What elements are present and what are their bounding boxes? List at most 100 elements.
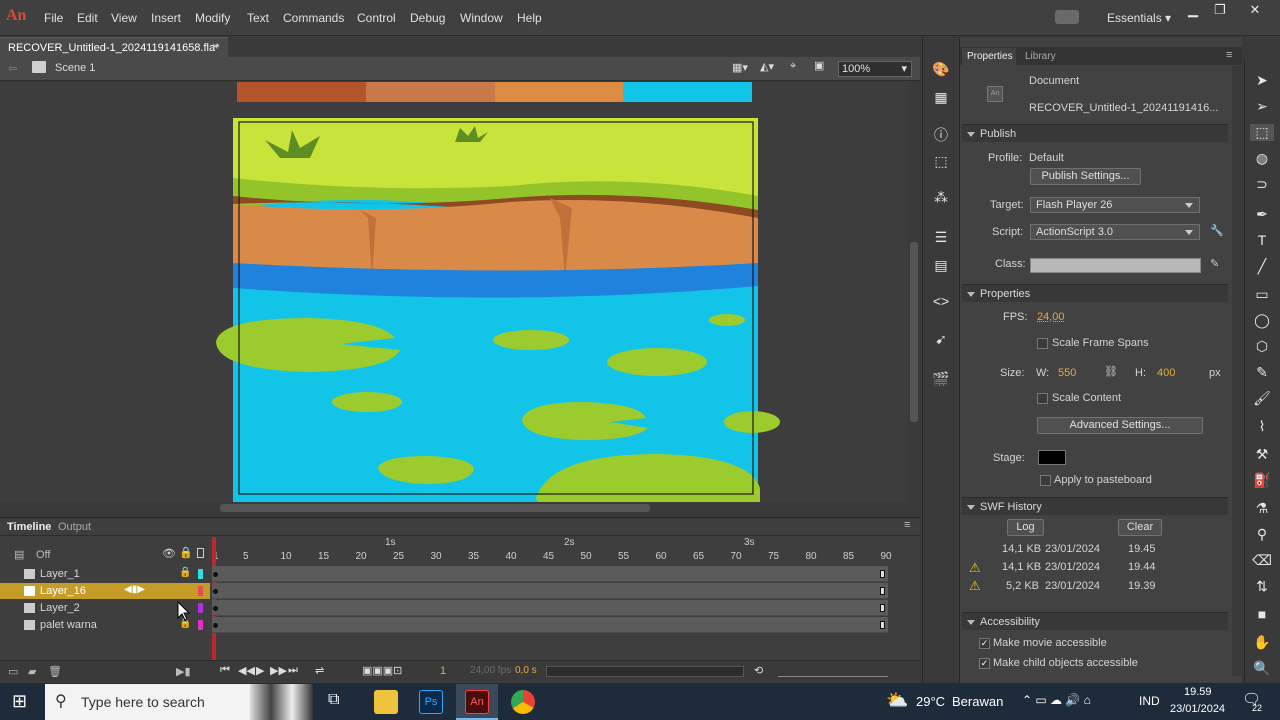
grid-icon[interactable]: ▦ [929,89,953,106]
motion-icon[interactable]: ➹ [929,331,953,348]
menu-insert[interactable]: Insert [151,11,181,25]
scroll-thumb[interactable] [220,504,650,512]
eye-icon[interactable]: 👁 [162,547,176,560]
weather-text[interactable]: Berawan [952,694,1003,709]
new-layer-icon[interactable]: ▭ [8,665,18,678]
edit-scene-icon[interactable]: ▦▾ [732,61,748,74]
frame-row[interactable] [212,600,888,616]
file-explorer-icon[interactable] [374,690,398,714]
menu-help[interactable]: Help [517,11,542,25]
stage-artwork[interactable] [210,118,790,502]
layer-color-swatch[interactable] [198,620,203,630]
panel-menu-icon[interactable]: ≡ [1226,49,1232,61]
bone-tool-icon[interactable]: ⚒ [1250,446,1274,463]
outline-icon[interactable] [197,548,204,558]
sync-icon[interactable] [1055,10,1079,24]
step-back-icon[interactable]: ◀◀ [238,664,255,677]
vertical-scrollbar[interactable] [908,82,920,502]
keyframe-marker[interactable] [213,623,218,628]
section-publish[interactable]: Publish [962,124,1228,142]
layer-color-swatch[interactable] [198,569,203,579]
minimize-icon[interactable]: ▁ [1180,2,1206,18]
ink-bottle-tool-icon[interactable]: ⚗ [1250,500,1274,517]
paint-brush-tool-icon[interactable]: ⌇ [1250,418,1274,435]
pen-tool-icon[interactable]: ✒ [1250,206,1274,223]
align-icon[interactable]: ☰ [929,229,953,246]
new-folder-icon[interactable]: ▰ [28,665,36,678]
clock-time[interactable]: 19.59 [1184,686,1212,698]
stage-color-swatch[interactable] [1038,450,1066,465]
brush-tool-icon[interactable]: 🖌 [1250,390,1274,407]
time-readout[interactable]: 0,0 s [515,665,537,676]
keyframe-marker[interactable] [213,572,218,577]
onion-skin-icon[interactable]: ▣▣▣⊡ [362,664,402,677]
tab-properties[interactable]: Properties [962,48,1016,65]
wrench-icon[interactable]: 🔧 [1210,224,1224,237]
keyframe-marker[interactable] [213,606,218,611]
panel-menu-icon[interactable]: ≡ [904,519,910,531]
library-icon[interactable]: ▤ [929,257,953,274]
rectangle-tool-icon[interactable]: ▭ [1250,286,1274,303]
3d-rotation-tool-icon[interactable]: ◍ [1250,150,1274,167]
scale-content-checkbox[interactable] [1037,393,1048,404]
oval-tool-icon[interactable]: ◯ [1250,312,1274,329]
last-frame-icon[interactable]: ⏭ [288,664,298,677]
pencil-icon[interactable]: ✎ [1210,257,1219,270]
pencil-tool-icon[interactable]: ✎ [1250,364,1274,381]
advanced-settings-button[interactable]: Advanced Settings... [1037,417,1203,434]
current-frame[interactable]: 1 [440,665,446,677]
class-input[interactable] [1030,258,1201,273]
link-icon[interactable]: ⛓ [1104,365,1118,378]
layer-nav-icon[interactable]: ◀▮▶ [124,584,145,595]
palette-icon[interactable]: 🎨 [929,61,953,78]
center-stage-icon[interactable]: ⌖ [790,60,796,73]
line-tool-icon[interactable]: ╱ [1250,258,1274,275]
selection-tool-icon[interactable]: ➤ [1250,72,1274,89]
weather-temp[interactable]: 29°C [916,694,945,709]
lock-icon[interactable]: 🔒 [179,546,193,559]
fps-value[interactable]: 24,00 [1037,311,1065,323]
polystar-tool-icon[interactable]: ⬡ [1250,338,1274,355]
palette-swatch[interactable] [365,82,495,102]
workspace-switcher[interactable]: Essentials ▾ [1107,11,1171,25]
layer-folder-icon[interactable]: ▤ [14,548,24,561]
end-frame-marker[interactable] [880,570,885,578]
chrome-icon[interactable] [511,690,535,714]
menu-view[interactable]: View [111,11,137,25]
width-tool-icon[interactable]: ⇅ [1250,578,1274,595]
camera-tool-icon[interactable]: ■ [1250,606,1274,622]
scale-frame-spans-checkbox[interactable] [1037,338,1048,349]
close-icon[interactable]: ✕ [1242,2,1268,18]
fps-readout[interactable]: 24,00 fps [470,665,511,676]
eraser-tool-icon[interactable]: ⌫ [1250,552,1274,569]
height-value[interactable]: 400 [1157,367,1175,379]
document-tab[interactable]: RECOVER_Untitled-1_2024119141658.fla* × [0,37,228,57]
first-frame-icon[interactable]: ⏮ [220,664,230,677]
windows-start-icon[interactable]: ⊞ [12,691,27,712]
menu-text[interactable]: Text [247,11,269,25]
section-accessibility[interactable]: Accessibility [962,612,1228,630]
target-select[interactable]: Flash Player 26 [1030,197,1200,213]
menu-commands[interactable]: Commands [283,11,344,25]
clapper-icon[interactable]: 🎬 [929,371,953,388]
lasso-tool-icon[interactable]: ⊃ [1250,176,1274,193]
transform-icon[interactable]: ⬚ [929,153,953,170]
layer-color-swatch[interactable] [198,603,203,613]
section-swf-history[interactable]: SWF History [962,497,1228,515]
center-frame-icon[interactable]: ⟲ [754,664,763,677]
frame-row[interactable] [212,617,888,633]
clear-button[interactable]: Clear [1118,519,1162,536]
free-transform-tool-icon[interactable]: ⬚ [1250,124,1274,141]
animate-icon[interactable]: An [465,690,489,714]
end-frame-marker[interactable] [880,587,885,595]
log-button[interactable]: Log [1007,519,1044,536]
hand-tool-icon[interactable]: ✋ [1250,634,1274,651]
frame-row[interactable] [212,566,888,582]
end-frame-marker[interactable] [880,621,885,629]
tray-icons[interactable]: ⌃ ▭ ☁ 🔊 ⌂ [1022,693,1091,707]
info-icon[interactable]: ⓘ [929,125,953,145]
restore-icon[interactable]: ❐ [1207,2,1233,18]
tab-library[interactable]: Library [1025,51,1056,62]
menu-file[interactable]: File [44,11,63,25]
palette-swatch[interactable] [237,82,366,102]
